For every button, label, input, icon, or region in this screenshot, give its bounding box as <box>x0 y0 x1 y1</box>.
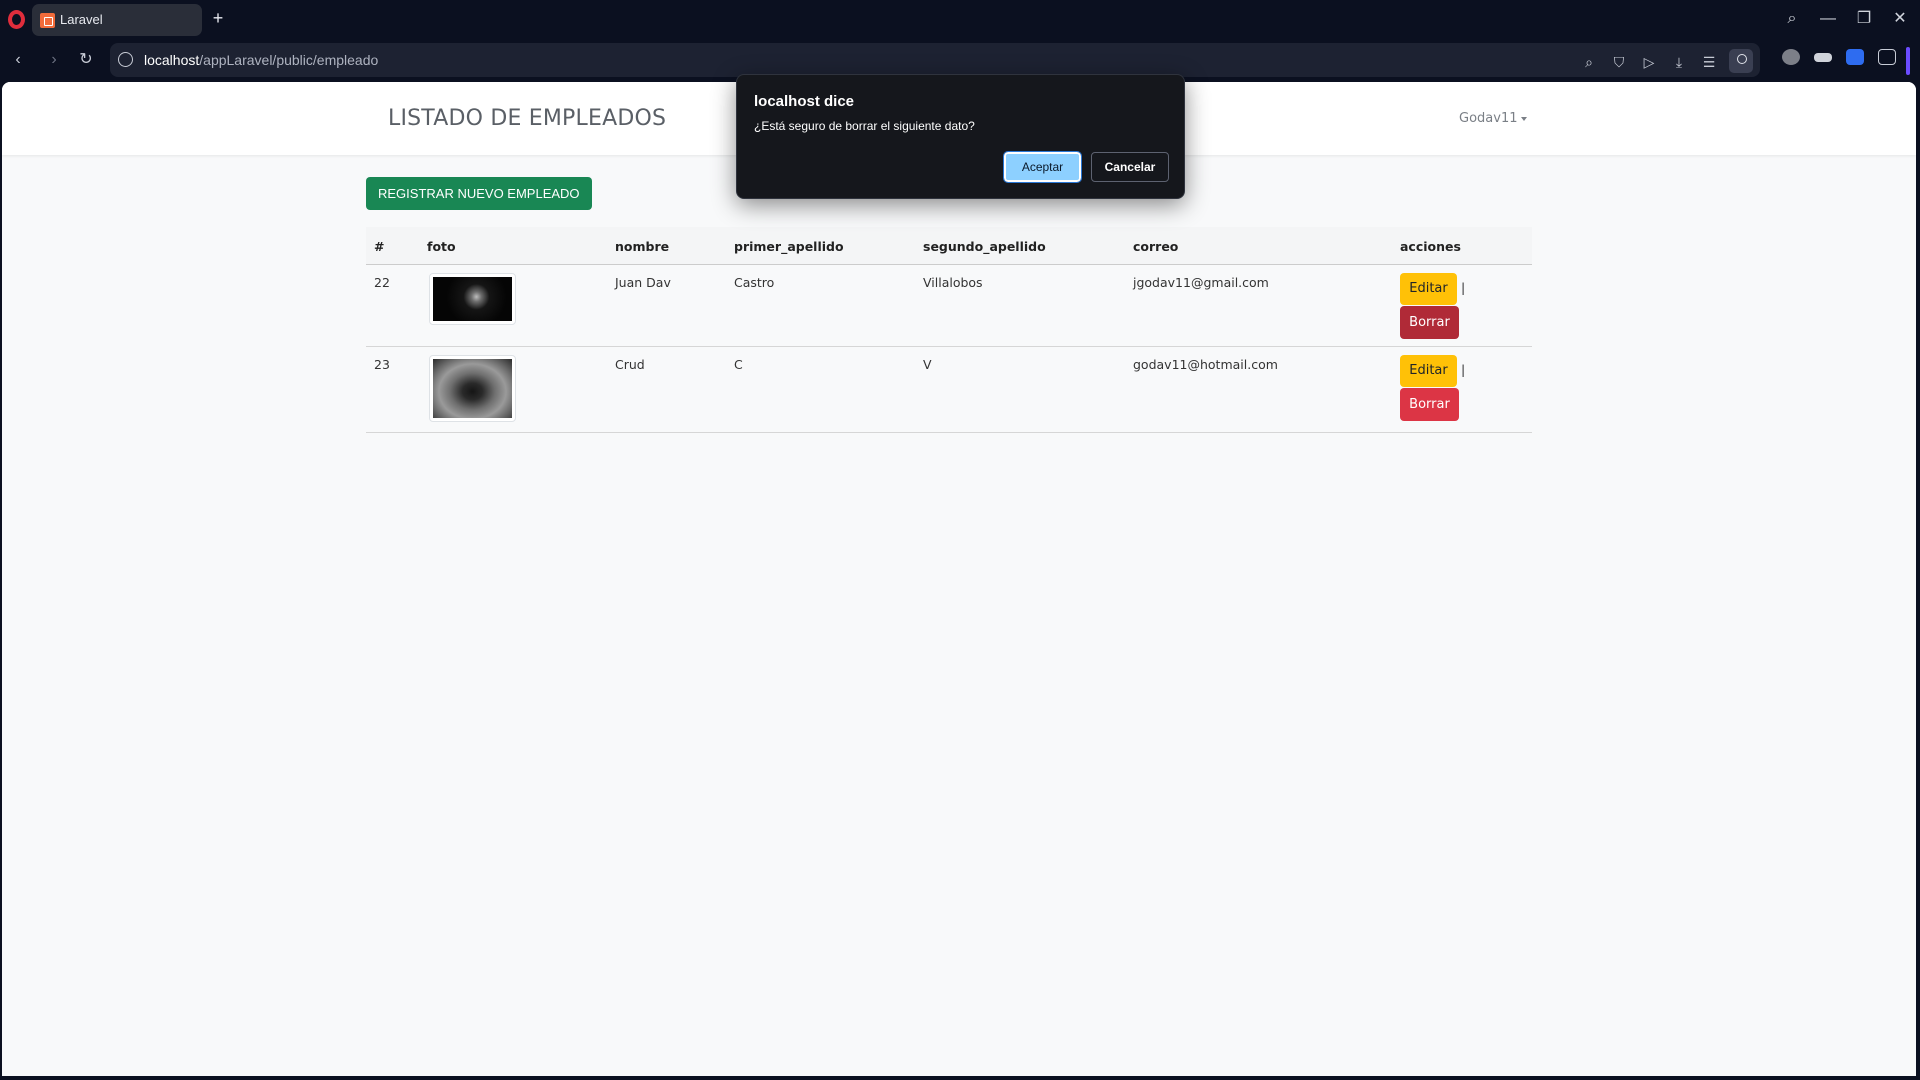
edit-button[interactable]: Editar <box>1400 272 1457 305</box>
window-bottom-edge <box>0 1076 1920 1080</box>
header-acciones: acciones <box>1392 227 1532 265</box>
zoom-icon[interactable]: ⌕ <box>1580 53 1598 71</box>
wallet-icon[interactable] <box>1814 53 1832 62</box>
browser-titlebar: Laravel + ⌕ — ❐ ✕ <box>0 0 1920 39</box>
action-separator: | <box>1461 361 1466 377</box>
cell-segundo-apellido: V <box>915 346 1125 433</box>
download-icon[interactable]: ⤓ <box>1670 53 1688 71</box>
translate-icon[interactable] <box>1846 49 1864 65</box>
cell-correo: jgodav11@gmail.com <box>1125 264 1392 347</box>
page-title[interactable]: LISTADO DE EMPLEADOS <box>388 106 666 131</box>
header-correo: correo <box>1125 227 1392 265</box>
site-info-icon[interactable] <box>118 52 133 67</box>
play-icon[interactable]: ▷ <box>1640 53 1658 71</box>
cell-acciones: Editar | Borrar <box>1392 264 1532 347</box>
settings-icon[interactable]: ☰ <box>1700 53 1718 71</box>
url-host: localhost <box>144 52 200 68</box>
table-header-row: # foto nombre primer_apellido segundo_ap… <box>366 227 1532 265</box>
new-tab-icon[interactable]: + <box>208 8 228 28</box>
employees-table: # foto nombre primer_apellido segundo_ap… <box>366 227 1532 433</box>
header-id: # <box>366 227 419 265</box>
minimize-icon[interactable]: — <box>1814 6 1842 32</box>
user-name: Godav11 <box>1459 111 1518 126</box>
adblock-icon[interactable] <box>1782 49 1800 65</box>
cell-id: 22 <box>366 264 419 347</box>
edit-button[interactable]: Editar <box>1400 354 1457 387</box>
photo-image <box>433 358 512 418</box>
maximize-icon[interactable]: ❐ <box>1850 6 1878 32</box>
shield-icon[interactable]: ⛉ <box>1610 53 1628 71</box>
cell-id: 23 <box>366 346 419 433</box>
cell-segundo-apellido: Villalobos <box>915 264 1125 347</box>
cancel-button[interactable]: Cancelar <box>1091 152 1169 182</box>
cell-nombre: Juan Dav <box>607 264 726 347</box>
dialog-message: ¿Está seguro de borrar el siguiente dato… <box>754 119 975 133</box>
cell-correo: godav11@hotmail.com <box>1125 346 1392 433</box>
employee-photo <box>429 354 516 422</box>
action-separator: | <box>1461 279 1466 295</box>
header-foto: foto <box>419 227 607 265</box>
box-icon[interactable] <box>1878 49 1896 65</box>
header-primer-apellido: primer_apellido <box>726 227 915 265</box>
back-icon[interactable]: ‹ <box>6 48 30 72</box>
url-text[interactable]: localhost/appLaravel/public/empleado <box>144 52 378 68</box>
cell-primer-apellido: Castro <box>726 264 915 347</box>
delete-button[interactable]: Borrar <box>1400 387 1459 421</box>
browser-tab[interactable]: Laravel <box>32 4 202 36</box>
delete-button[interactable]: Borrar <box>1400 305 1459 339</box>
search-icon[interactable]: ⌕ <box>1778 6 1806 32</box>
confirm-dialog: localhost dice ¿Está seguro de borrar el… <box>736 74 1185 199</box>
reload-icon[interactable]: ↻ <box>74 48 98 72</box>
address-bar[interactable]: localhost/appLaravel/public/empleado ⌕ ⛉… <box>110 43 1760 77</box>
cell-acciones: Editar | Borrar <box>1392 346 1532 433</box>
cell-nombre: Crud <box>607 346 726 433</box>
accept-button[interactable]: Aceptar <box>1003 151 1082 183</box>
sidebar-accent-bar <box>1906 47 1910 75</box>
employee-photo <box>429 272 516 325</box>
register-employee-button[interactable]: REGISTRAR NUEVO EMPLEADO <box>366 177 592 210</box>
close-icon[interactable]: ✕ <box>1886 6 1914 32</box>
forward-icon[interactable]: › <box>42 48 66 72</box>
user-dropdown[interactable]: Godav11 <box>1459 111 1528 126</box>
table-row: 23 Crud C V godav11@hotmail.com Editar | … <box>366 346 1532 433</box>
dialog-title: localhost dice <box>754 93 855 110</box>
photo-image <box>433 276 512 321</box>
caret-down-icon <box>1521 116 1528 121</box>
cell-foto <box>419 264 607 347</box>
tab-title: Laravel <box>60 12 103 27</box>
opera-logo-icon[interactable] <box>8 10 25 29</box>
cell-primer-apellido: C <box>726 346 915 433</box>
table-row: 22 Juan Dav Castro Villalobos jgodav11@g… <box>366 264 1532 347</box>
header-segundo-apellido: segundo_apellido <box>915 227 1125 265</box>
cell-foto <box>419 346 607 433</box>
tab-favicon-icon <box>40 13 55 28</box>
page-viewport: LISTADO DE EMPLEADOS Godav11 REGISTRAR N… <box>2 82 1916 1076</box>
header-nombre: nombre <box>607 227 726 265</box>
profile-icon[interactable] <box>1729 49 1753 73</box>
url-path: /appLaravel/public/empleado <box>199 52 379 68</box>
